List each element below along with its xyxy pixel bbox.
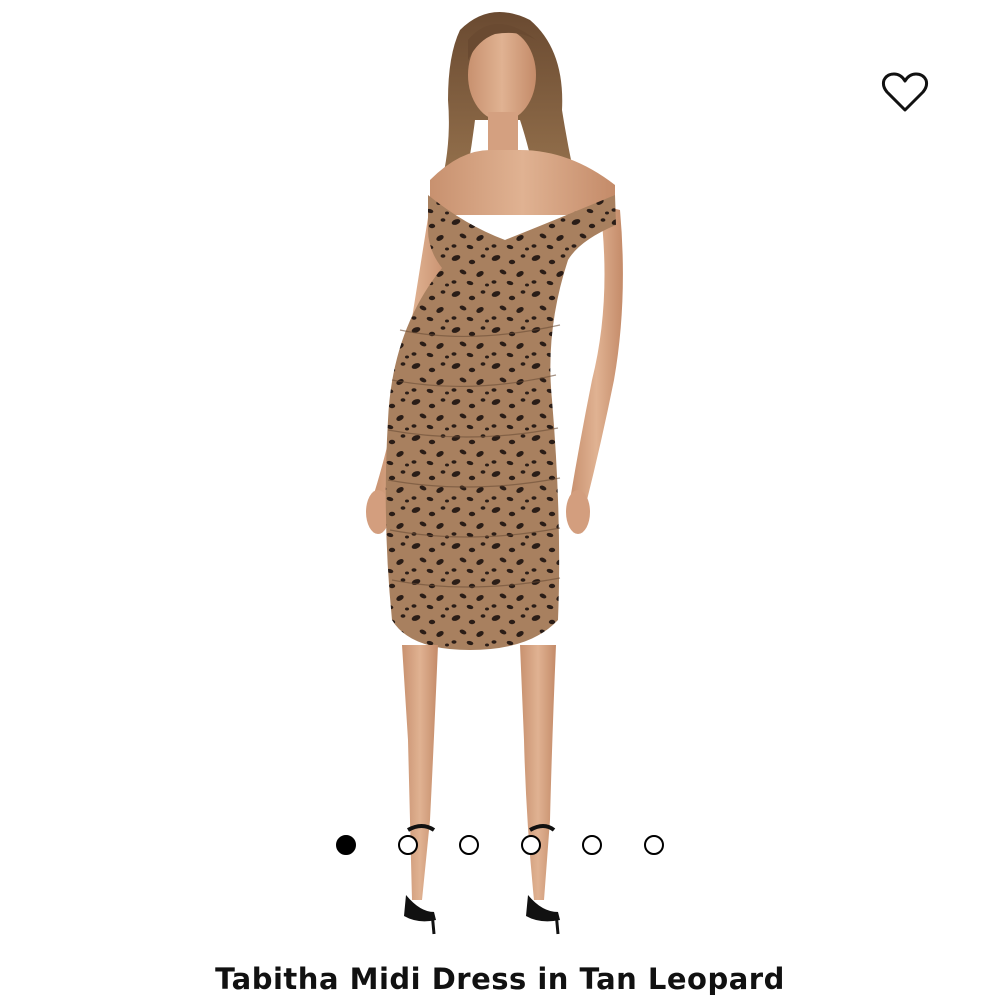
carousel-dot-5[interactable] <box>582 835 602 855</box>
product-image[interactable] <box>330 0 650 940</box>
heart-outline-icon <box>881 72 929 112</box>
carousel-dot-4[interactable] <box>521 835 541 855</box>
carousel-dot-1[interactable] <box>336 835 356 855</box>
image-carousel-indicators <box>336 835 676 857</box>
carousel-dot-2[interactable] <box>398 835 418 855</box>
product-title: Tabitha Midi Dress in Tan Leopard <box>215 962 785 996</box>
favorite-button[interactable] <box>876 66 934 118</box>
product-screen: Tabitha Midi Dress in Tan Leopard <box>0 0 1000 1000</box>
carousel-dot-3[interactable] <box>459 835 479 855</box>
carousel-dot-6[interactable] <box>644 835 664 855</box>
